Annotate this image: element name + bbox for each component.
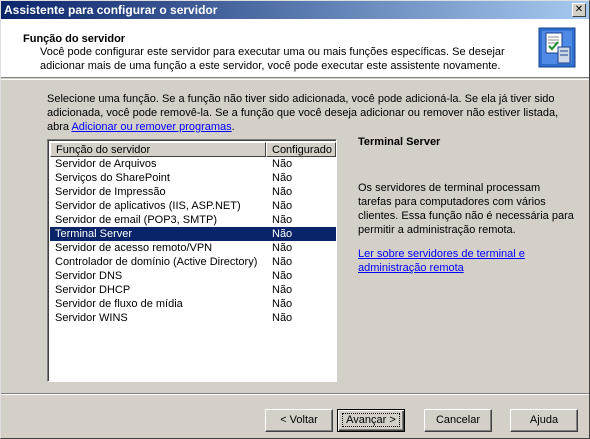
list-item[interactable]: Terminal Server Não (50, 227, 336, 241)
list-item[interactable]: Servidor de fluxo de mídia Não (50, 297, 336, 311)
list-item[interactable]: Controlador de domínio (Active Directory… (50, 255, 336, 269)
close-icon: ✕ (574, 4, 584, 15)
title-bar[interactable]: Assistente para configurar o servidor ✕ (1, 1, 589, 19)
next-button[interactable]: Avançar > (337, 409, 405, 432)
list-item[interactable]: Servidor DHCP Não (50, 283, 336, 297)
role-name: Servidor DHCP (55, 284, 131, 296)
list-item[interactable]: Servidor WINS Não (50, 311, 336, 325)
role-name: Servidor de acesso remoto/VPN (55, 242, 213, 254)
list-header: Função do servidor Configurado (50, 142, 336, 157)
list-item[interactable]: Servidor de acesso remoto/VPN Não (50, 241, 336, 255)
detail-description: Os servidores de terminal processam tare… (358, 182, 574, 236)
list-rows: Servidor de Arquivos Não Serviços do Share… (50, 157, 336, 325)
add-remove-programs-link[interactable]: Adicionar ou remover programas (71, 121, 231, 133)
header-subtitle: Você pode configurar este servidor para … (40, 46, 505, 72)
role-configured: Não (272, 270, 293, 282)
role-configured: Não (272, 200, 293, 212)
role-name: Servidor de Arquivos (55, 158, 157, 170)
role-name: Serviços do SharePoint (55, 172, 170, 184)
list-item[interactable]: Serviços do SharePoint Não (50, 171, 336, 185)
role-configured: Não (272, 298, 293, 310)
server-config-icon (538, 27, 576, 68)
close-button[interactable]: ✕ (572, 3, 586, 17)
role-name: Servidor de aplicativos (IIS, ASP.NET) (55, 200, 241, 212)
role-configured: Não (272, 284, 293, 296)
next-button-label: Avançar > (342, 413, 400, 427)
role-configured: Não (272, 172, 293, 184)
role-configured: Não (272, 312, 293, 324)
back-button-label: < Voltar (280, 414, 318, 426)
cancel-button-label: Cancelar (435, 414, 481, 426)
role-name: Servidor de fluxo de mídia (55, 298, 183, 310)
column-header-role[interactable]: Função do servidor (50, 142, 266, 157)
role-name: Servidor de Impressão (55, 186, 166, 198)
role-name: Servidor WINS (55, 312, 128, 324)
role-configured: Não (272, 214, 293, 226)
intro-suffix: . (231, 121, 235, 133)
detail-title: Terminal Server (358, 136, 441, 148)
role-configured: Não (272, 158, 293, 170)
role-name: Servidor de email (POP3, SMTP) (55, 214, 217, 226)
header-title: Função do servidor (23, 33, 126, 45)
role-configured: Não (272, 256, 293, 268)
server-roles-list[interactable]: Função do servidor Configurado Servidor … (47, 139, 337, 382)
role-configured: Não (272, 186, 293, 198)
list-item[interactable]: Servidor de aplicativos (IIS, ASP.NET) Nã… (50, 199, 336, 213)
list-item[interactable]: Servidor de email (POP3, SMTP) Não (50, 213, 336, 227)
list-item[interactable]: Servidor de Arquivos Não (50, 157, 336, 171)
column-header-configured[interactable]: Configurado (266, 142, 336, 157)
wizard-window: Assistente para configurar o servidor ✕ … (0, 0, 590, 439)
header-separator (1, 79, 589, 80)
footer-divider-highlight (1, 394, 589, 395)
list-item[interactable]: Servidor de Impressão Não (50, 185, 336, 199)
role-configured: Não (272, 242, 293, 254)
terminal-server-info-link[interactable]: Ler sobre servidores de terminal e admin… (358, 247, 576, 275)
wizard-header: Função do servidor Você pode configurar … (1, 19, 589, 78)
role-name: Terminal Server (55, 228, 133, 240)
help-button[interactable]: Ajuda (510, 409, 578, 432)
role-name: Servidor DNS (55, 270, 123, 282)
window-title: Assistente para configurar o servidor (4, 3, 218, 17)
back-button[interactable]: < Voltar (265, 409, 333, 432)
role-configured: Não (272, 228, 293, 240)
help-button-label: Ajuda (529, 414, 559, 426)
list-item[interactable]: Servidor DNS Não (50, 269, 336, 283)
cancel-button[interactable]: Cancelar (424, 409, 492, 432)
intro-text: Selecione uma função. Se a função não ti… (47, 92, 567, 134)
role-name: Controlador de domínio (Active Directory… (55, 256, 258, 268)
